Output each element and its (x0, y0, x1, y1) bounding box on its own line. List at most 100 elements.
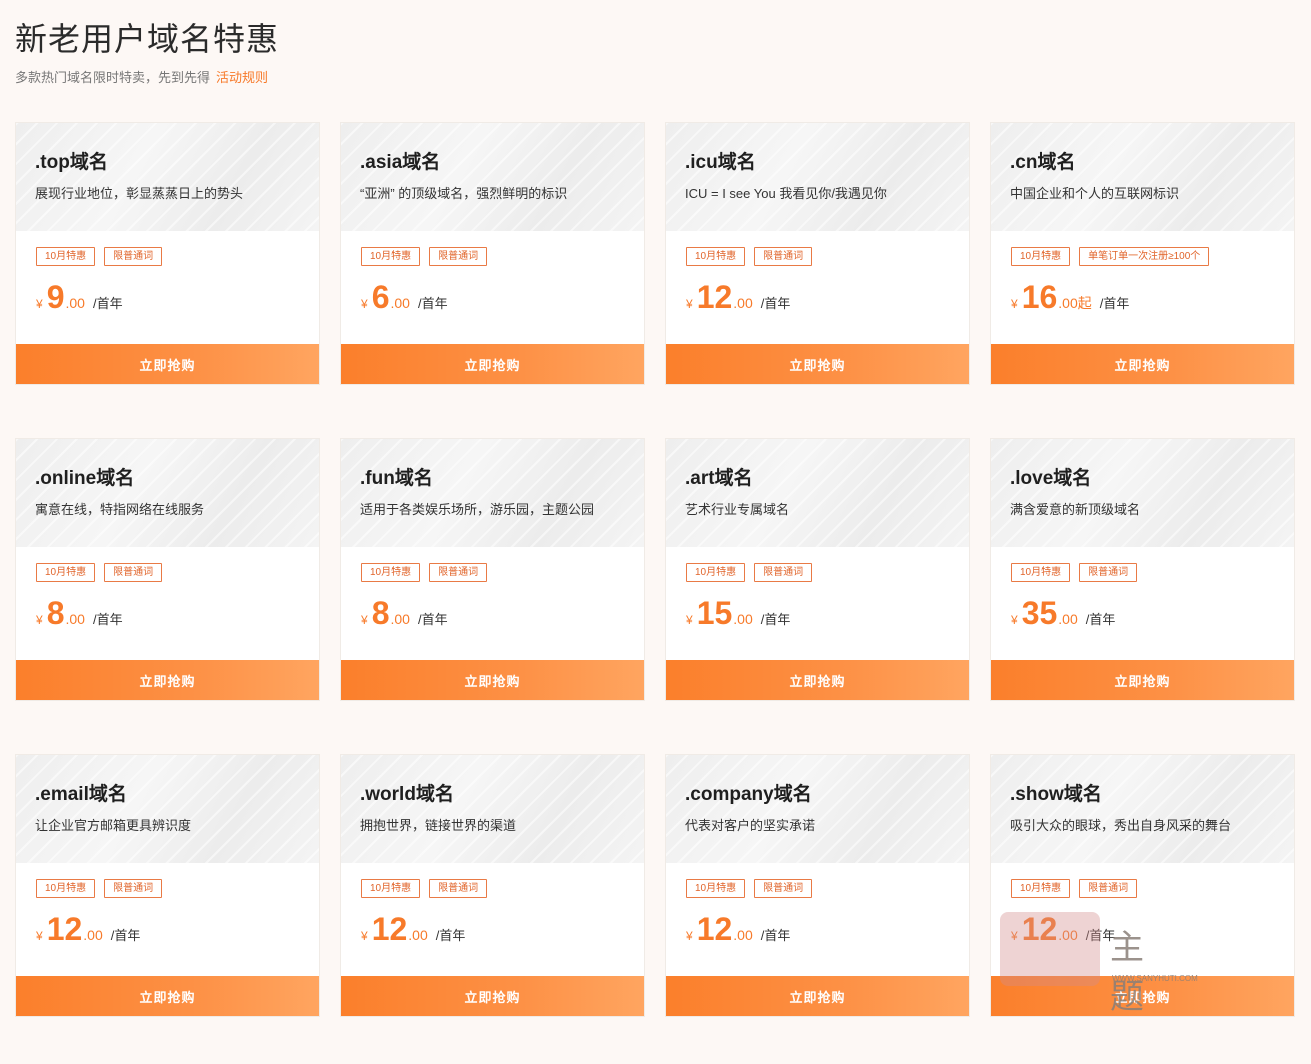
price: ¥ 8 .00 /首年 (361, 596, 625, 630)
tag-list: 10月特惠 限普通词 (1011, 879, 1275, 898)
price: ¥ 8 .00 /首年 (36, 596, 300, 630)
buy-now-button[interactable]: 立即抢购 (16, 976, 319, 1016)
price: ¥ 12 .00 /首年 (361, 912, 625, 946)
buy-now-button[interactable]: 立即抢购 (991, 344, 1294, 384)
promo-tag: 10月特惠 (36, 879, 96, 898)
domain-name: .top域名 (35, 152, 108, 173)
price: ¥ 9 .00 /首年 (36, 280, 300, 314)
domain-name: .art域名 (685, 468, 753, 489)
tag-list: 10月特惠 限普通词 (686, 563, 950, 582)
currency-symbol: ¥ (361, 929, 368, 943)
price-unit: /首年 (760, 612, 791, 627)
domain-description: 适用于各类娱乐场所，游乐园，主题公园 (360, 502, 595, 517)
restriction-tag: 限普通词 (429, 879, 488, 898)
restriction-tag: 限普通词 (754, 247, 813, 266)
buy-now-button[interactable]: 立即抢购 (666, 344, 969, 384)
buy-now-button[interactable]: 立即抢购 (666, 976, 969, 1016)
price-decimal: .00 (733, 611, 753, 627)
domain-card: .icu域名 ICU = I see You 我看见你/我遇见你 10月特惠 限… (665, 122, 970, 385)
price-amount: 35 (1021, 595, 1058, 631)
promo-tag: 10月特惠 (686, 247, 746, 266)
card-body: 10月特惠 限普通词 ¥ 35 .00 /首年 (991, 547, 1294, 660)
domain-card: .top域名 展现行业地位，彰显蒸蒸日上的势头 10月特惠 限普通词 ¥ 9 .… (15, 122, 320, 385)
restriction-tag: 限普通词 (104, 879, 163, 898)
price-amount: 16 (1021, 279, 1058, 315)
price-amount: 15 (696, 595, 733, 631)
card-body: 10月特惠 单笔订单一次注册≥100个 ¥ 16 .00起 /首年 (991, 231, 1294, 344)
buy-now-button[interactable]: 立即抢购 (991, 660, 1294, 700)
price-unit: /首年 (92, 296, 123, 311)
buy-now-button[interactable]: 立即抢购 (991, 976, 1294, 1016)
promo-tag: 10月特惠 (36, 563, 96, 582)
tag-list: 10月特惠 单笔订单一次注册≥100个 (1011, 247, 1275, 266)
domain-description: 满含爱意的新顶级域名 (1010, 502, 1141, 517)
currency-symbol: ¥ (686, 613, 693, 627)
card-body: 10月特惠 限普通词 ¥ 12 .00 /首年 (341, 863, 644, 976)
price-amount: 12 (371, 911, 408, 947)
domain-card: .online域名 寓意在线，特指网络在线服务 10月特惠 限普通词 ¥ 8 .… (15, 438, 320, 701)
price-amount: 9 (46, 279, 65, 315)
price-decimal: .00 (390, 295, 410, 311)
domain-description: 代表对客户的坚实承诺 (685, 818, 816, 833)
price-amount: 8 (371, 595, 390, 631)
tag-list: 10月特惠 限普通词 (36, 247, 300, 266)
price-unit: /首年 (417, 612, 448, 627)
domain-card: .art域名 艺术行业专属域名 10月特惠 限普通词 ¥ 15 .00 /首年 … (665, 438, 970, 701)
price-amount: 6 (371, 279, 390, 315)
restriction-tag: 限普通词 (754, 879, 813, 898)
restriction-tag: 限普通词 (1079, 879, 1138, 898)
restriction-tag: 限普通词 (104, 563, 163, 582)
card-header: .icu域名 ICU = I see You 我看见你/我遇见你 (666, 123, 969, 231)
card-body: 10月特惠 限普通词 ¥ 8 .00 /首年 (16, 547, 319, 660)
domain-name: .world域名 (360, 784, 454, 805)
activity-rules-link[interactable]: 活动规则 (216, 70, 268, 85)
promo-tag: 10月特惠 (361, 247, 421, 266)
domain-name: .asia域名 (360, 152, 441, 173)
card-body: 10月特惠 限普通词 ¥ 12 .00 /首年 (666, 863, 969, 976)
card-header: .world域名 拥抱世界，链接世界的渠道 (341, 755, 644, 863)
buy-now-button[interactable]: 立即抢购 (341, 344, 644, 384)
domain-name: .email域名 (35, 784, 127, 805)
buy-now-button[interactable]: 立即抢购 (341, 976, 644, 1016)
domain-description: 中国企业和个人的互联网标识 (1010, 186, 1180, 201)
currency-symbol: ¥ (686, 929, 693, 943)
domain-card: .world域名 拥抱世界，链接世界的渠道 10月特惠 限普通词 ¥ 12 .0… (340, 754, 645, 1017)
price-decimal: .00起 (1058, 295, 1092, 311)
promo-tag: 10月特惠 (1011, 563, 1071, 582)
price-unit: /首年 (1085, 928, 1116, 943)
buy-now-button[interactable]: 立即抢购 (341, 660, 644, 700)
domain-name: .love域名 (1010, 468, 1092, 489)
card-header: .asia域名 “亚洲” 的顶级域名，强烈鲜明的标识 (341, 123, 644, 231)
price: ¥ 16 .00起 /首年 (1011, 280, 1275, 314)
currency-symbol: ¥ (36, 613, 43, 627)
card-body: 10月特惠 限普通词 ¥ 15 .00 /首年 (666, 547, 969, 660)
domain-description: “亚洲” 的顶级域名，强烈鲜明的标识 (360, 186, 568, 201)
restriction-tag: 限普通词 (754, 563, 813, 582)
currency-symbol: ¥ (686, 297, 693, 311)
promo-tag: 10月特惠 (686, 879, 746, 898)
subtitle-text: 多款热门域名限时特卖，先到先得 (15, 70, 211, 85)
price-unit: /首年 (760, 928, 791, 943)
buy-now-button[interactable]: 立即抢购 (666, 660, 969, 700)
price-unit: /首年 (435, 928, 466, 943)
buy-now-button[interactable]: 立即抢购 (16, 660, 319, 700)
tag-list: 10月特惠 限普通词 (686, 879, 950, 898)
page-title: 新老用户域名特惠 (15, 20, 280, 58)
price-amount: 12 (46, 911, 83, 947)
domain-name: .company域名 (685, 784, 812, 805)
card-header: .show域名 吸引大众的眼球，秀出自身风采的舞台 (991, 755, 1294, 863)
domain-name: .icu域名 (685, 152, 756, 173)
tag-list: 10月特惠 限普通词 (36, 879, 300, 898)
card-body: 10月特惠 限普通词 ¥ 9 .00 /首年 (16, 231, 319, 344)
domain-card: .love域名 满含爱意的新顶级域名 10月特惠 限普通词 ¥ 35 .00 /… (990, 438, 1295, 701)
restriction-tag: 限普通词 (1079, 563, 1138, 582)
domain-name: .show域名 (1010, 784, 1102, 805)
buy-now-button[interactable]: 立即抢购 (16, 344, 319, 384)
price-decimal: .00 (733, 295, 753, 311)
price-unit: /首年 (1085, 612, 1116, 627)
domain-description: 拥抱世界，链接世界的渠道 (360, 818, 517, 833)
tag-list: 10月特惠 限普通词 (686, 247, 950, 266)
tag-list: 10月特惠 限普通词 (361, 879, 625, 898)
currency-symbol: ¥ (1011, 297, 1018, 311)
page-subtitle: 多款热门域名限时特卖，先到先得 活动规则 (15, 67, 268, 86)
